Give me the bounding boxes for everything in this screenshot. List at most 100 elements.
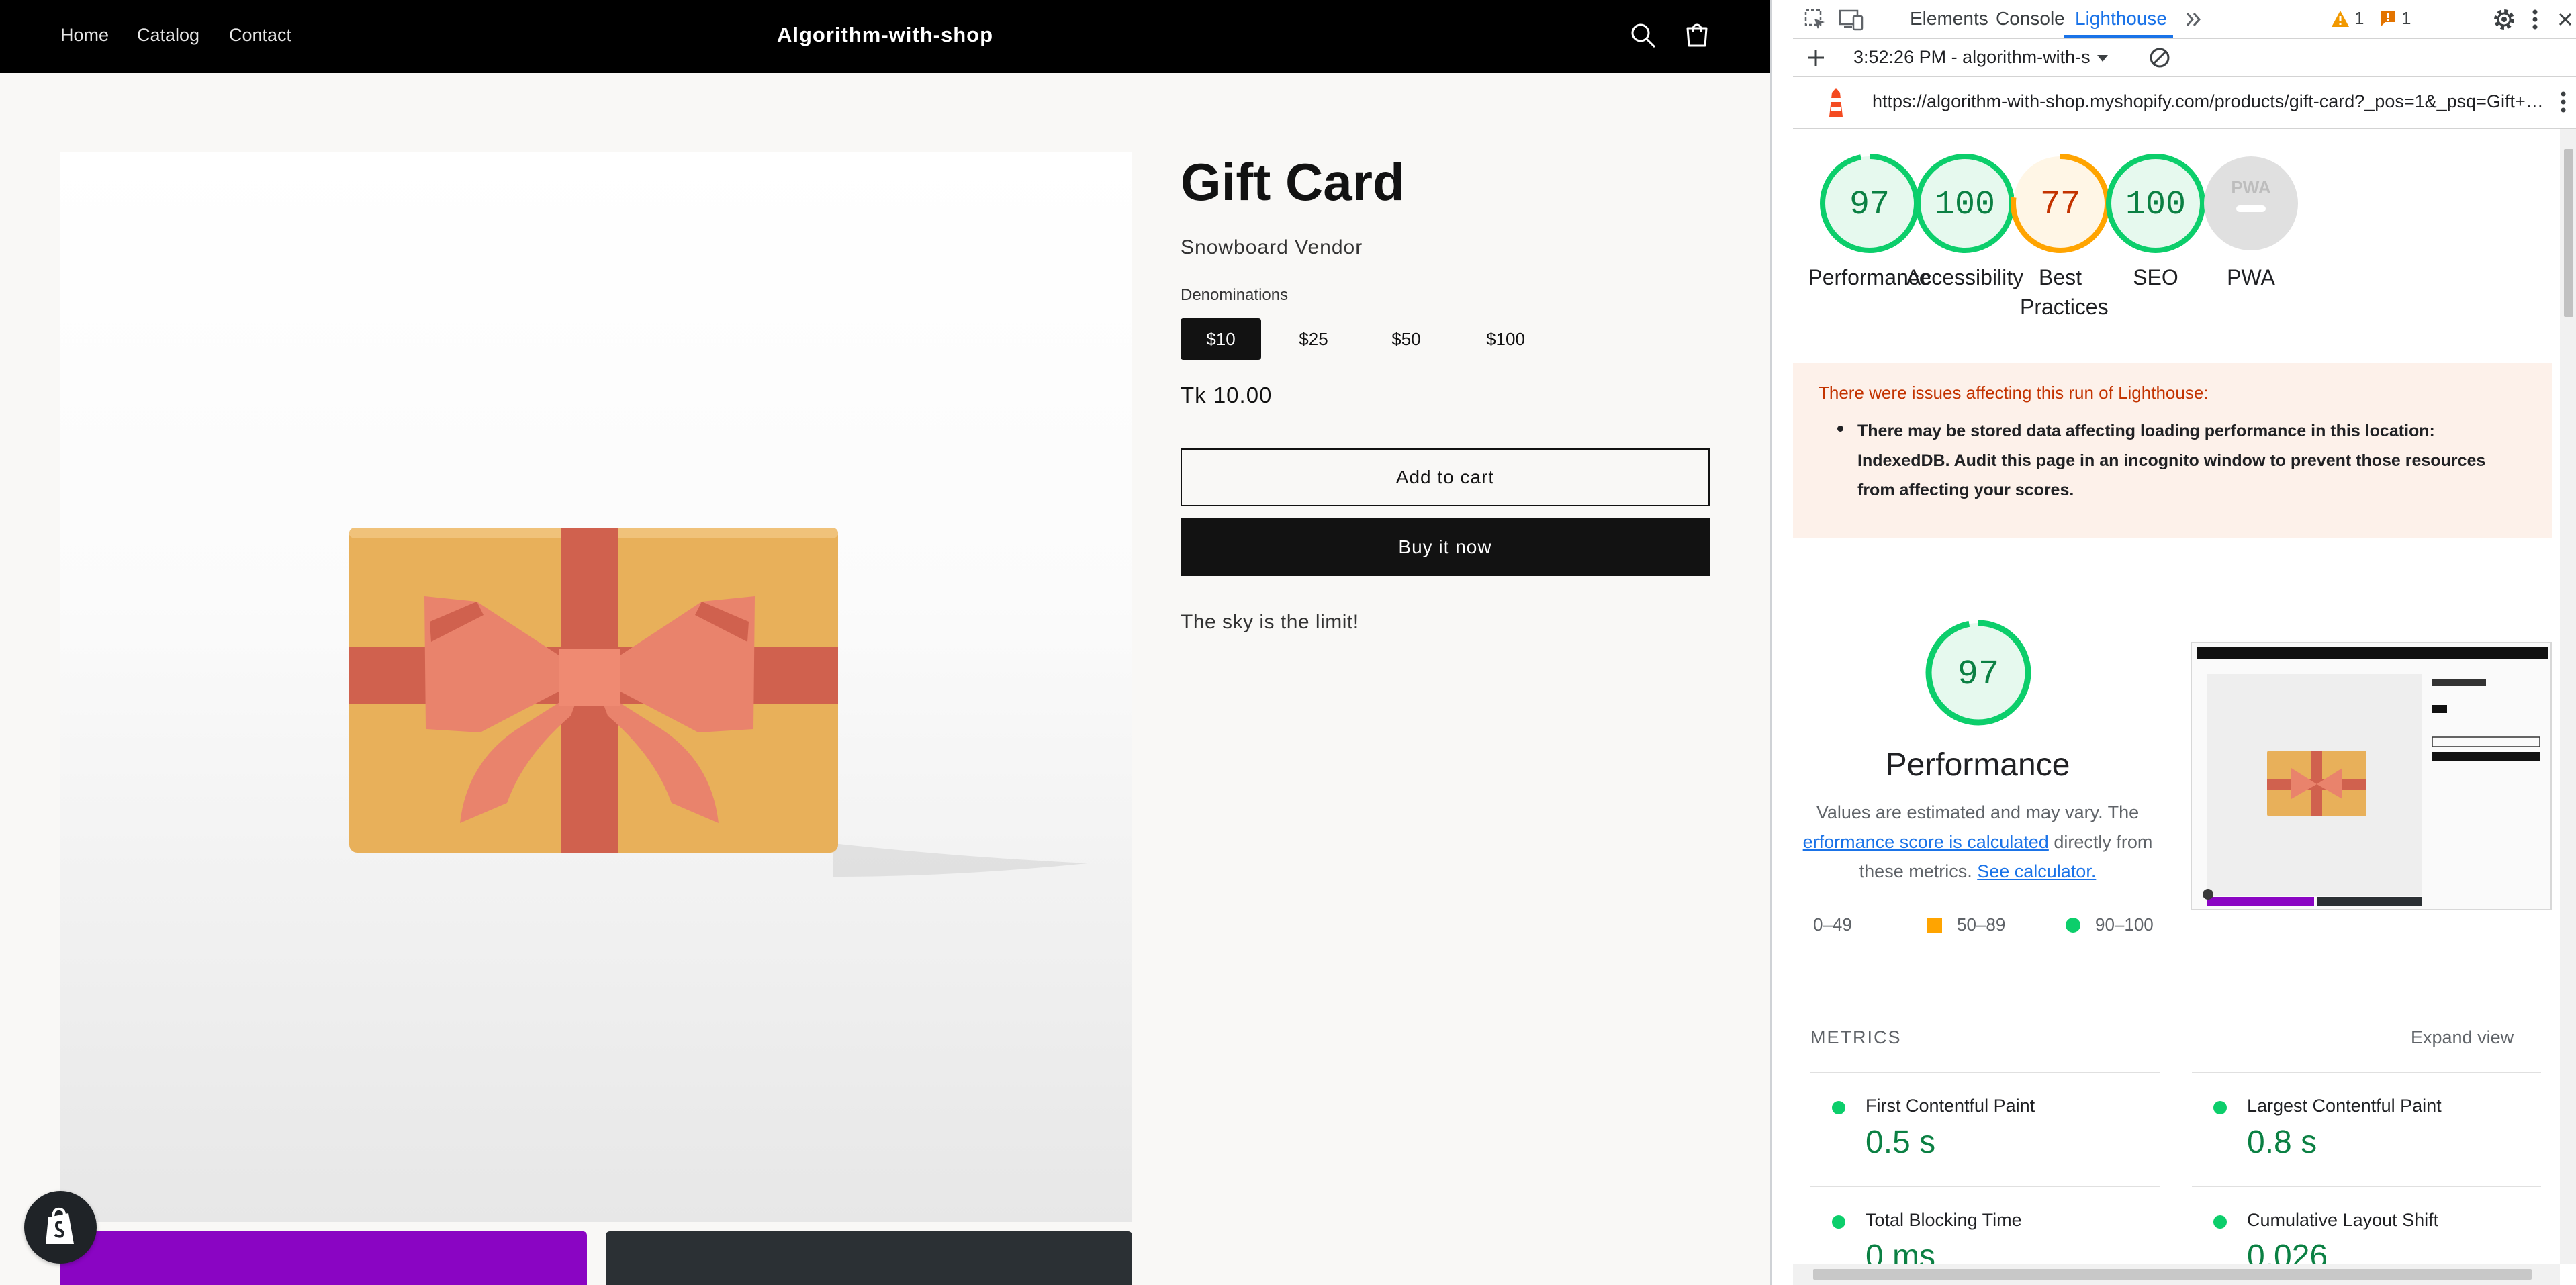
devtools-panel: Elements Console Lighthouse 1 1 3:52:26 … bbox=[1770, 0, 2576, 1285]
pass-circle-icon bbox=[1832, 1215, 1845, 1229]
performance-description: Values are estimated and may vary. The e… bbox=[1793, 798, 2169, 886]
bullet bbox=[1837, 426, 1843, 432]
search-icon[interactable] bbox=[1628, 20, 1659, 51]
score-value: 100 bbox=[1935, 186, 1995, 224]
report-selector-label: 3:52:26 PM - algorithm-with-s bbox=[1853, 47, 2090, 67]
score-value: 97 bbox=[1849, 186, 1890, 224]
metric-fcp: First Contentful Paint 0.5 s bbox=[1810, 1072, 2160, 1186]
legend-average: 50–89 bbox=[1927, 914, 2005, 935]
buy-now-button[interactable]: Buy it now bbox=[1181, 518, 1710, 576]
see-calculator-link[interactable]: See calculator. bbox=[1977, 861, 2096, 882]
pwa-badge-text: PWA bbox=[2231, 177, 2270, 197]
score-calculated-link[interactable]: erformance score is calculated bbox=[1803, 832, 2049, 852]
issues-badge[interactable]: 1 bbox=[2379, 8, 2411, 29]
product-image[interactable] bbox=[60, 152, 1132, 1222]
product-title: Gift Card bbox=[1181, 152, 1405, 211]
denominations-label: Denominations bbox=[1181, 286, 1289, 304]
page-screenshot-thumbnail[interactable] bbox=[2191, 642, 2552, 910]
legend-pass: 90–100 bbox=[2066, 914, 2154, 935]
performance-score-gauge[interactable]: 97 bbox=[1925, 619, 2032, 726]
new-report-plus-icon[interactable] bbox=[1804, 46, 1828, 73]
page-screenshot-image bbox=[2192, 643, 2550, 909]
issue-flag-icon bbox=[2381, 11, 2395, 26]
shop-page: Home Catalog Contact Algorithm-with-shop bbox=[0, 0, 1770, 1285]
clear-reports-icon[interactable] bbox=[2148, 46, 2172, 73]
pass-circle-icon bbox=[2213, 1215, 2227, 1229]
denomination-option-10[interactable]: $10 bbox=[1181, 318, 1261, 360]
product-thumbnail[interactable] bbox=[606, 1231, 1132, 1285]
close-devtools-icon[interactable] bbox=[2556, 8, 2575, 34]
score-ring: PWA bbox=[2204, 156, 2298, 250]
settings-gear-icon[interactable] bbox=[2491, 7, 2517, 36]
legend-fail: 0–49 bbox=[1813, 914, 1852, 935]
metric-name: First Contentful Paint bbox=[1866, 1096, 2035, 1116]
metric-value: 0.5 s bbox=[1866, 1125, 1936, 1160]
legend-label: 50–89 bbox=[1957, 914, 2006, 935]
metric-name: Total Blocking Time bbox=[1866, 1210, 2022, 1230]
legend-label: 0–49 bbox=[1813, 914, 1852, 935]
score-value: 100 bbox=[2125, 186, 2186, 224]
metric-cls: Cumulative Layout Shift 0.026 bbox=[2192, 1186, 2541, 1264]
performance-heading: Performance bbox=[1885, 747, 2070, 783]
warnings-badge[interactable]: 1 bbox=[2330, 8, 2364, 29]
metrics-title: METRICS bbox=[1810, 1027, 1902, 1047]
lighthouse-report: 97 Performance 100 Accessibility 77 Best Prac… bbox=[1793, 129, 2552, 1264]
gauge-pwa[interactable]: PWA PWA bbox=[2184, 153, 2318, 292]
report-menu-icon[interactable] bbox=[2559, 89, 2568, 119]
metric-name: Largest Contentful Paint bbox=[2247, 1096, 2442, 1116]
more-options-icon[interactable] bbox=[2530, 7, 2540, 36]
inspect-element-icon[interactable] bbox=[1804, 8, 1827, 34]
gauge-label: PWA bbox=[2227, 265, 2275, 289]
pass-circle-icon bbox=[2066, 917, 2080, 933]
report-scrollbar-thumb[interactable] bbox=[2564, 149, 2573, 317]
lighthouse-toolbar: 3:52:26 PM - algorithm-with-s bbox=[1793, 39, 2576, 77]
report-vertical-scrollbar[interactable] bbox=[2560, 129, 2576, 1264]
metric-value: 0 ms bbox=[1866, 1239, 1936, 1264]
tab-console[interactable]: Console bbox=[1996, 8, 2065, 30]
warning-icon bbox=[2332, 10, 2349, 27]
denomination-option-100[interactable]: $100 bbox=[1459, 318, 1553, 360]
cart-icon[interactable] bbox=[1682, 20, 1712, 51]
active-tab-indicator bbox=[2064, 35, 2173, 38]
vendor-name: Snowboard Vendor bbox=[1181, 236, 1363, 258]
metric-value: 0.026 bbox=[2247, 1239, 2328, 1264]
tab-lighthouse[interactable]: Lighthouse bbox=[2075, 8, 2167, 30]
legend-label: 90–100 bbox=[2095, 914, 2154, 935]
warning-title: There were issues affecting this run of … bbox=[1819, 383, 2209, 403]
report-url[interactable]: https://algorithm-with-shop.myshopify.co… bbox=[1872, 91, 2544, 112]
denomination-option-50[interactable]: $50 bbox=[1366, 318, 1446, 360]
run-warning-box: There were issues affecting this run of … bbox=[1793, 363, 2552, 538]
average-square-icon bbox=[1927, 917, 1942, 933]
denomination-option-25[interactable]: $25 bbox=[1273, 318, 1354, 360]
shopify-icon[interactable] bbox=[24, 1191, 97, 1264]
device-toolbar-icon[interactable] bbox=[1839, 8, 1864, 34]
description-text: Values are estimated and may vary. The bbox=[1816, 802, 2140, 822]
shop-title[interactable]: Algorithm-with-shop bbox=[0, 23, 1770, 47]
more-tabs-icon[interactable] bbox=[2182, 8, 2205, 34]
report-hscrollbar-thumb[interactable] bbox=[1813, 1269, 2532, 1280]
warnings-count: 1 bbox=[2354, 8, 2364, 28]
site-header: Home Catalog Contact Algorithm-with-shop bbox=[0, 0, 1770, 73]
score-legend: 0–49 50–89 90–100 bbox=[1793, 914, 2169, 941]
na-dash-icon bbox=[2236, 205, 2266, 212]
devtools-tabbar: Elements Console Lighthouse 1 1 bbox=[1793, 0, 2576, 39]
product-price: Tk 10.00 bbox=[1181, 383, 1273, 408]
product-thumbnail[interactable] bbox=[60, 1231, 587, 1285]
pass-circle-icon bbox=[1832, 1101, 1845, 1114]
expand-view-toggle[interactable]: Expand view bbox=[2411, 1027, 2514, 1048]
add-to-cart-button[interactable]: Add to cart bbox=[1181, 448, 1710, 506]
metric-value: 0.8 s bbox=[2247, 1125, 2317, 1160]
chevron-down-icon bbox=[2097, 54, 2109, 62]
gift-card-illustration bbox=[349, 528, 1088, 877]
warning-item: There may be stored data affecting loadi… bbox=[1857, 422, 2486, 499]
metric-lcp: Largest Contentful Paint 0.8 s bbox=[2192, 1072, 2541, 1186]
issues-count: 1 bbox=[2401, 8, 2411, 28]
report-horizontal-scrollbar[interactable] bbox=[1793, 1264, 2560, 1285]
lighthouse-logo-icon bbox=[1823, 87, 1849, 123]
performance-score-value: 97 bbox=[1958, 655, 1999, 694]
metric-name: Cumulative Layout Shift bbox=[2247, 1210, 2439, 1230]
report-selector[interactable]: 3:52:26 PM - algorithm-with-s bbox=[1853, 47, 2110, 68]
tab-elements[interactable]: Elements bbox=[1910, 8, 1988, 30]
report-url-bar: https://algorithm-with-shop.myshopify.co… bbox=[1793, 77, 2576, 129]
pass-circle-icon bbox=[2213, 1101, 2227, 1114]
